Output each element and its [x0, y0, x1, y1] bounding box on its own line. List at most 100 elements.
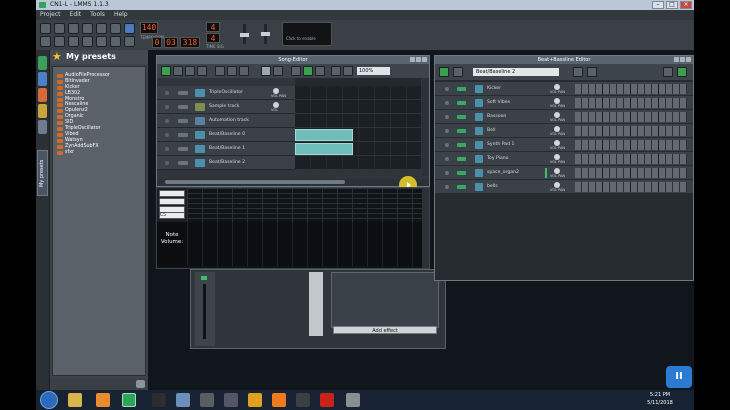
track-name[interactable]: space_organ2: [487, 166, 519, 180]
step-sequencer[interactable]: [575, 140, 687, 150]
track-name[interactable]: Kicker: [487, 82, 501, 96]
track-lane[interactable]: [295, 100, 421, 114]
piano-key[interactable]: [159, 198, 185, 205]
fx-mixer-toggle[interactable]: [96, 36, 107, 47]
remove-steps-button[interactable]: [663, 67, 673, 77]
play-button[interactable]: [161, 66, 171, 76]
track-mute-toggle[interactable]: [457, 101, 466, 105]
app-icon[interactable]: [176, 393, 190, 407]
track-mute-toggle[interactable]: [457, 185, 466, 189]
maximize-icon[interactable]: [416, 57, 421, 62]
track-lane[interactable]: [295, 114, 421, 128]
step-sequencer[interactable]: [575, 112, 687, 122]
master-volume-knob[interactable]: [240, 33, 249, 37]
stop-button[interactable]: [197, 66, 207, 76]
add-sample-track-button[interactable]: [227, 66, 237, 76]
song-editor-toggle[interactable]: [40, 36, 51, 47]
song-horizontal-scrollbar[interactable]: [157, 179, 429, 186]
track-mute-toggle[interactable]: [178, 161, 188, 165]
back-to-start-button[interactable]: [331, 66, 341, 76]
auto-scroll-button[interactable]: [303, 66, 313, 76]
refresh-icon[interactable]: [136, 380, 145, 388]
menu-project[interactable]: Project: [40, 10, 61, 20]
record-play-button[interactable]: [185, 66, 195, 76]
cpu-graph[interactable]: Click to enable: [282, 22, 332, 46]
scroll-thumb[interactable]: [165, 180, 345, 184]
menu-edit[interactable]: Edit: [70, 10, 82, 20]
draw-mode-button[interactable]: [261, 66, 271, 76]
channel-strip[interactable]: [309, 272, 323, 336]
track-lane[interactable]: [295, 128, 421, 142]
track-lane[interactable]: [295, 86, 421, 100]
bb-stop-button[interactable]: [453, 67, 463, 77]
recent-projects-button[interactable]: [82, 23, 93, 34]
track-mute-toggle[interactable]: [178, 119, 188, 123]
note-volume-area[interactable]: [187, 222, 423, 266]
open-project-button[interactable]: [68, 23, 79, 34]
add-bb-track-button[interactable]: [215, 66, 225, 76]
track-select-led[interactable]: [165, 161, 169, 165]
bb-editor-titlebar[interactable]: Beat+Bassline Editor: [435, 56, 693, 64]
new-project-button[interactable]: [40, 23, 51, 34]
vlc-icon[interactable]: [272, 393, 286, 407]
track-mute-toggle[interactable]: [457, 87, 466, 91]
step-sequencer[interactable]: [575, 154, 687, 164]
track-mute-toggle[interactable]: [178, 133, 188, 137]
stop-behaviour-button[interactable]: [315, 66, 325, 76]
preset-folder-item[interactable]: sfxr: [53, 150, 145, 156]
record-button[interactable]: [173, 66, 183, 76]
app-icon[interactable]: [346, 393, 360, 407]
export-button[interactable]: [110, 23, 121, 34]
channel-active-led[interactable]: [201, 276, 207, 280]
track-mute-toggle[interactable]: [178, 105, 188, 109]
app-icon[interactable]: [248, 393, 262, 407]
step-sequencer[interactable]: [575, 168, 687, 178]
close-icon[interactable]: [686, 57, 691, 62]
bb-track-select[interactable]: Beat/Baseline 2: [473, 68, 559, 76]
track-select-led[interactable]: [445, 115, 449, 119]
step-sequencer[interactable]: [575, 126, 687, 136]
new-from-template-button[interactable]: [54, 23, 65, 34]
piano-keys[interactable]: C5: [157, 188, 187, 222]
track-select-led[interactable]: [445, 129, 449, 133]
maximize-icon[interactable]: [680, 57, 685, 62]
controller-rack-toggle[interactable]: [124, 36, 135, 47]
track-name[interactable]: Beat/Baseline 0: [209, 128, 245, 142]
bb-editor-toggle[interactable]: [54, 36, 65, 47]
track-select-led[interactable]: [445, 171, 449, 175]
track-mute-toggle[interactable]: [457, 115, 466, 119]
add-automation-button[interactable]: [587, 67, 597, 77]
track-lane[interactable]: [295, 142, 421, 156]
track-mute-toggle[interactable]: [457, 171, 466, 175]
close-icon[interactable]: [422, 57, 427, 62]
minimize-icon[interactable]: [674, 57, 679, 62]
pattern-segment[interactable]: [295, 143, 353, 155]
menu-tools[interactable]: Tools: [90, 10, 105, 20]
bb-play-button[interactable]: [439, 67, 449, 77]
timesig-numerator[interactable]: 4: [206, 22, 220, 32]
add-steps-button[interactable]: [677, 67, 687, 77]
step-sequencer[interactable]: [575, 84, 687, 94]
my-presets-tab[interactable]: My presets: [37, 150, 48, 196]
my-home-tab[interactable]: [38, 120, 47, 134]
timeline-ruler[interactable]: [295, 78, 421, 86]
track-name[interactable]: Beat/Baseline 2: [209, 156, 245, 170]
pattern-segment[interactable]: [295, 129, 353, 141]
track-select-led[interactable]: [445, 157, 449, 161]
track-mute-toggle[interactable]: [457, 157, 466, 161]
song-vertical-scrollbar[interactable]: [422, 78, 429, 176]
piano-roll-toggle[interactable]: [68, 36, 79, 47]
track-lane[interactable]: [295, 156, 421, 170]
track-name[interactable]: Soft Vibes: [487, 96, 510, 110]
app-icon[interactable]: [152, 393, 166, 407]
track-name[interactable]: Sample track: [209, 100, 239, 114]
media-player-icon[interactable]: [96, 393, 110, 407]
track-select-led[interactable]: [445, 101, 449, 105]
master-pitch-knob[interactable]: [261, 32, 270, 36]
lmms-taskbar-icon[interactable]: [122, 393, 136, 407]
app-icon[interactable]: [296, 393, 310, 407]
track-mute-toggle[interactable]: [178, 147, 188, 151]
step-sequencer[interactable]: [575, 182, 687, 192]
add-effect-button[interactable]: Add effect: [333, 326, 437, 334]
track-name[interactable]: TripleOscillator: [209, 86, 243, 100]
